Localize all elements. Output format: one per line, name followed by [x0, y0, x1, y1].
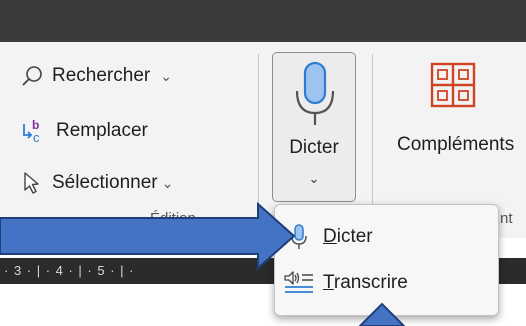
arrow-right-icon [0, 201, 296, 271]
arrow-up-icon [358, 302, 406, 326]
annotation-arrows [0, 201, 406, 326]
